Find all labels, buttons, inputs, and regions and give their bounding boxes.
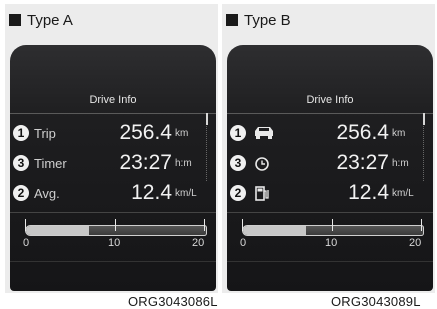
row-unit: km/L	[175, 188, 197, 199]
figure-code: ORG3043089L	[331, 294, 421, 309]
panel-title: Type B	[244, 11, 291, 29]
average-row: 2 Avg. 12.4 km/L	[10, 181, 216, 204]
timer-row: 3 23:27 h:m	[227, 151, 433, 177]
number-badge: 2	[230, 185, 246, 201]
fuel-gauge	[242, 225, 424, 236]
car-icon	[253, 124, 275, 147]
divider	[227, 261, 433, 262]
row-value: 256.4	[336, 121, 389, 144]
gauge-fill	[243, 226, 306, 235]
gauge-tick	[25, 219, 26, 231]
panel-header: Type B	[226, 11, 291, 29]
gauge-tick	[115, 219, 116, 231]
gauge-tick	[204, 219, 205, 231]
gauge-tick	[332, 219, 333, 231]
divider	[10, 113, 216, 114]
fuel-pump-icon	[253, 184, 271, 207]
trip-row: 1 256.4 km	[227, 121, 433, 147]
row-unit: h:m	[175, 158, 192, 169]
drive-info-title: Drive Info	[306, 94, 354, 106]
panel-header: Type A	[9, 11, 73, 29]
divider	[10, 212, 216, 213]
gauge-label: 20	[409, 237, 422, 249]
row-value: 256.4	[119, 121, 172, 144]
gauge-fill	[26, 226, 89, 235]
row-unit: h:m	[392, 158, 409, 169]
cluster-display: Drive Info 1 256.4 km 3 23:27 h:m 2 12.4…	[227, 45, 433, 291]
gauge-label: 0	[23, 237, 30, 249]
fuel-gauge	[25, 225, 207, 236]
panel-type-b: Type B Drive Info 1 256.4 km 3 23:27 h:m…	[222, 4, 435, 293]
number-badge: 1	[13, 125, 29, 141]
divider	[227, 113, 433, 114]
drive-info-title: Drive Info	[89, 94, 137, 106]
number-badge: 3	[230, 155, 246, 171]
timer-row: 3 Timer 23:27 h:m	[10, 151, 216, 174]
square-bullet-icon	[9, 14, 21, 26]
gauge-label: 10	[325, 237, 338, 249]
number-badge: 1	[230, 125, 246, 141]
divider	[10, 261, 216, 262]
row-value: 23:27	[336, 151, 389, 174]
row-label: Timer	[34, 156, 67, 171]
gauge-tick	[242, 219, 243, 231]
number-badge: 3	[13, 155, 29, 171]
average-row: 2 12.4 km/L	[227, 181, 433, 207]
gauge-label: 20	[192, 237, 205, 249]
row-unit: km/L	[392, 188, 414, 199]
row-unit: km	[175, 128, 189, 139]
row-value: 12.4	[348, 181, 389, 204]
row-label: Avg.	[34, 186, 60, 201]
row-value: 23:27	[119, 151, 172, 174]
gauge-tick	[421, 219, 422, 231]
number-badge: 2	[13, 185, 29, 201]
row-value: 12.4	[131, 181, 172, 204]
gauge-label: 10	[108, 237, 121, 249]
row-unit: km	[392, 128, 406, 139]
panel-type-a: Type A Drive Info 1 Trip 256.4 km 3 Time…	[5, 4, 218, 293]
panel-title: Type A	[27, 11, 73, 29]
divider	[227, 212, 433, 213]
trip-row: 1 Trip 256.4 km	[10, 121, 216, 144]
square-bullet-icon	[226, 14, 238, 26]
gauge-label: 0	[240, 237, 247, 249]
figure-code: ORG3043086L	[128, 294, 218, 309]
clock-icon	[253, 154, 271, 177]
row-label: Trip	[34, 126, 56, 141]
cluster-display: Drive Info 1 Trip 256.4 km 3 Timer 23:27…	[10, 45, 216, 291]
